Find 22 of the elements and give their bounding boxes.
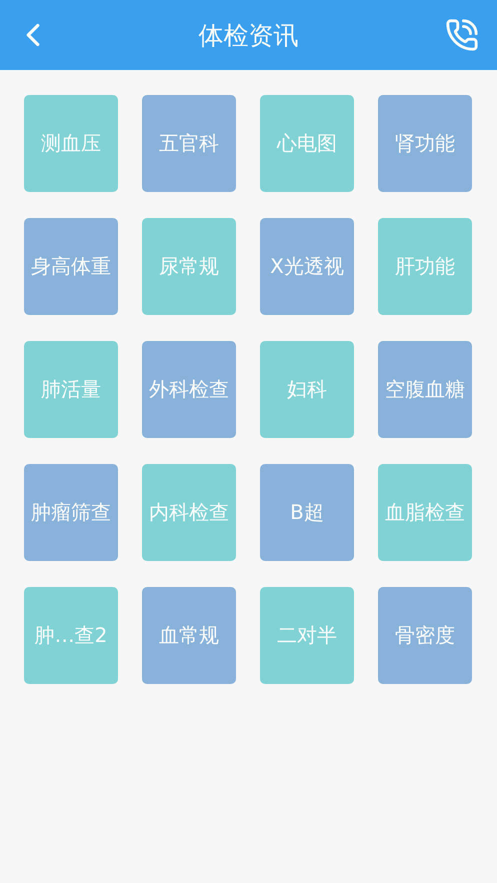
category-tile[interactable]: 妇科 — [260, 341, 354, 438]
window-title: 体检资讯 — [198, 20, 298, 52]
category-tile[interactable]: 血常规 — [142, 587, 236, 684]
category-tile[interactable]: 肝功能 — [378, 218, 472, 315]
phone-icon[interactable] — [445, 18, 479, 52]
category-tile[interactable]: 尿常规 — [142, 218, 236, 315]
category-tile[interactable]: 骨密度 — [378, 587, 472, 684]
category-tile[interactable]: 内科检查 — [142, 464, 236, 561]
category-tile[interactable]: B超 — [260, 464, 354, 561]
category-tile[interactable]: 肿瘤筛查 — [24, 464, 118, 561]
category-tile[interactable]: 血脂检查 — [378, 464, 472, 561]
category-tile[interactable]: 肿…查2 — [24, 587, 118, 684]
category-tile[interactable]: 外科检查 — [142, 341, 236, 438]
category-tile[interactable]: 二对半 — [260, 587, 354, 684]
category-tile[interactable]: 空腹血糖 — [378, 341, 472, 438]
category-tile[interactable]: 心电图 — [260, 95, 354, 192]
category-tile[interactable]: 五官科 — [142, 95, 236, 192]
category-tile[interactable]: 肾功能 — [378, 95, 472, 192]
category-tile[interactable]: 身高体重 — [24, 218, 118, 315]
category-tile[interactable]: X光透视 — [260, 218, 354, 315]
category-tile[interactable]: 测血压 — [24, 95, 118, 192]
category-tile[interactable]: 肺活量 — [24, 341, 118, 438]
